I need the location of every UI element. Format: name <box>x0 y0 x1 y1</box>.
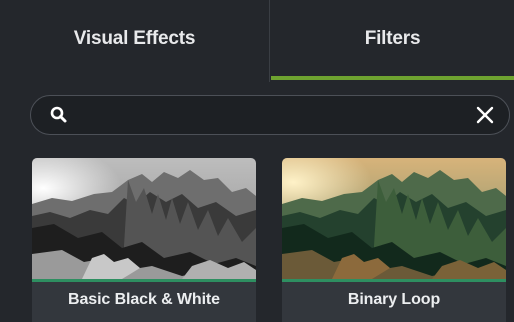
clear-search-icon[interactable] <box>475 105 495 125</box>
basic-black-white-thumbnail <box>32 158 256 279</box>
search-icon[interactable] <box>49 105 69 125</box>
tab-visual-effects-label: Visual Effects <box>73 28 196 49</box>
search-input[interactable] <box>79 96 473 135</box>
filter-label: Basic Black & White <box>68 291 220 308</box>
tab-visual-effects[interactable]: Visual Effects <box>0 0 270 82</box>
tab-filters[interactable]: Filters <box>271 0 514 82</box>
effects-tab-bar: Visual Effects Filters <box>0 0 514 82</box>
filter-tile-binary-loop[interactable]: Binary Loop <box>282 158 506 322</box>
tab-filters-label: Filters <box>364 28 421 49</box>
filter-tile-basic-black-white[interactable]: Basic Black & White <box>32 158 256 322</box>
search-box <box>30 95 510 135</box>
active-tab-indicator <box>271 76 514 80</box>
binary-loop-thumbnail <box>282 158 506 279</box>
filter-label: Binary Loop <box>347 291 441 308</box>
